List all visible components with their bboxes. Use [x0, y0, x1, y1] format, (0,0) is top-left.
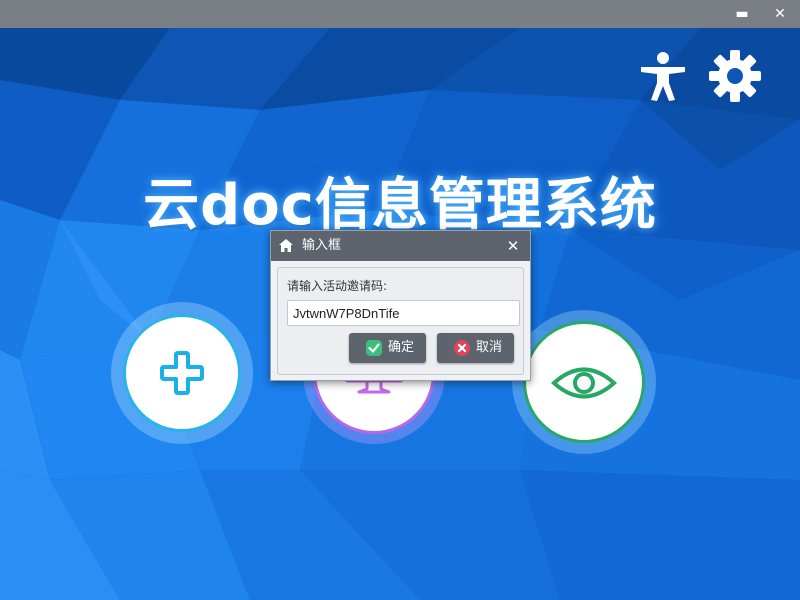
dialog-title: 输入框 — [302, 238, 342, 253]
invite-code-label: 请输入活动邀请码: — [287, 279, 388, 293]
invite-code-input[interactable] — [287, 300, 520, 326]
check-icon — [366, 340, 382, 356]
eye-icon — [551, 367, 617, 399]
view-button[interactable] — [523, 321, 645, 443]
app-title: 云doc信息管理系统 — [143, 173, 657, 238]
gear-icon[interactable] — [708, 49, 762, 103]
confirm-button[interactable]: 确定 — [349, 333, 426, 363]
minimize-button[interactable]: ▬ — [726, 0, 758, 28]
accessibility-icon[interactable] — [638, 50, 688, 102]
invite-code-dialog: 输入框 ✕ 请输入活动邀请码: 确定 取消 — [270, 230, 531, 381]
cancel-label: 取消 — [476, 340, 503, 355]
dialog-header: 输入框 ✕ — [271, 231, 530, 261]
dialog-close-button[interactable]: ✕ — [502, 231, 524, 261]
window-close-button[interactable]: ✕ — [764, 0, 796, 28]
add-button[interactable] — [123, 314, 241, 432]
window-titlebar — [0, 0, 800, 28]
confirm-label: 确定 — [388, 340, 415, 355]
cancel-icon — [454, 340, 470, 356]
home-icon — [279, 239, 293, 252]
cancel-button[interactable]: 取消 — [437, 333, 514, 363]
plus-icon — [160, 351, 204, 395]
